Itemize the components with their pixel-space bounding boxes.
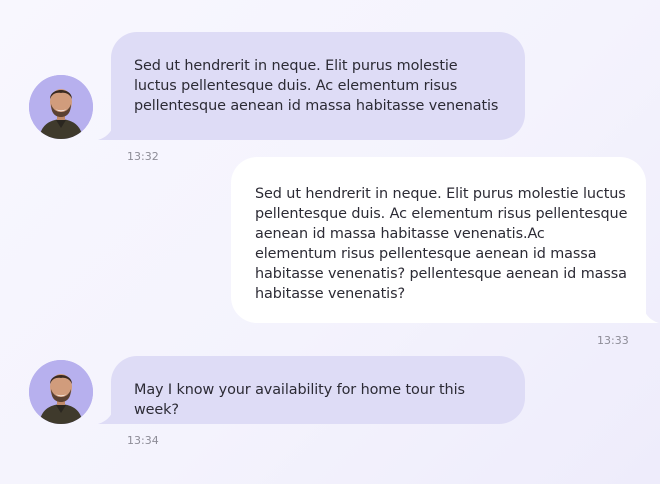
message-bubble-incoming[interactable]: May I know your availability for home to… [98,356,525,424]
bubble-tail [98,122,120,140]
message-bubble-outgoing[interactable]: Sed ut hendrerit in neque. Elit purus mo… [231,157,659,323]
contact-avatar[interactable] [29,360,93,424]
contact-avatar[interactable] [29,75,93,139]
bubble-tail [98,406,120,424]
message-text: Sed ut hendrerit in neque. Elit purus mo… [134,58,499,114]
bubble-tail [637,305,659,323]
person-avatar-icon [29,360,93,424]
message-timestamp: 13:34 [127,434,159,447]
message-text: Sed ut hendrerit in neque. Elit purus mo… [255,186,628,302]
message-timestamp: 13:32 [127,150,159,163]
message-timestamp: 13:33 [597,334,629,347]
person-avatar-icon [29,75,93,139]
chat-thread: Sed ut hendrerit in neque. Elit purus mo… [0,0,660,484]
message-text: May I know your availability for home to… [134,382,465,418]
message-bubble-incoming[interactable]: Sed ut hendrerit in neque. Elit purus mo… [98,32,525,140]
